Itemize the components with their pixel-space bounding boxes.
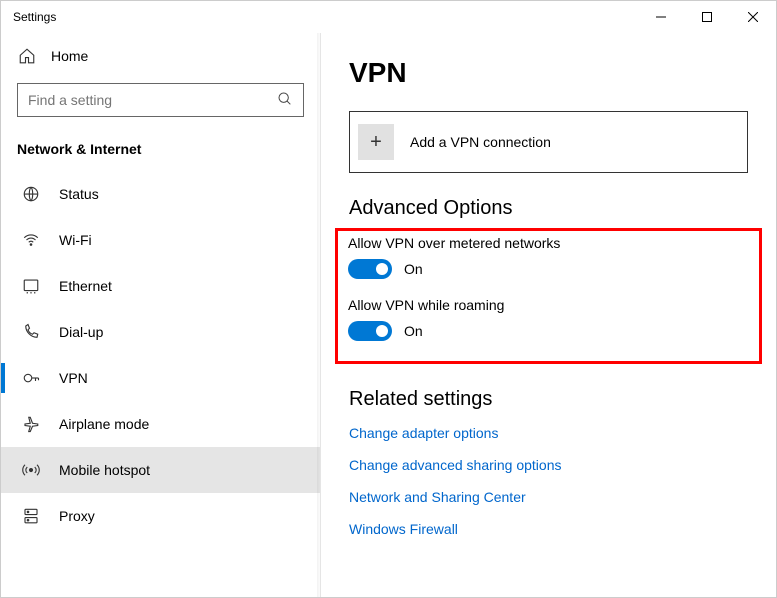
add-vpn-button[interactable]: + Add a VPN connection (349, 111, 748, 173)
nav-list: Status Wi-Fi Ethernet (1, 171, 320, 539)
toggle-knob (376, 263, 388, 275)
sidebar-item-label: Mobile hotspot (59, 462, 150, 478)
highlighted-region: Allow VPN over metered networks On Allow… (335, 228, 762, 364)
sidebar-category: Network & Internet (1, 133, 320, 171)
toggle-knob (376, 325, 388, 337)
link-adapter-options[interactable]: Change adapter options (349, 425, 748, 441)
sidebar: Home Network & Internet Status (1, 33, 321, 597)
window-body: Home Network & Internet Status (1, 33, 776, 597)
option-metered-label: Allow VPN over metered networks (348, 235, 749, 251)
sidebar-item-label: VPN (59, 370, 88, 386)
ethernet-icon (21, 277, 41, 295)
sidebar-home-label: Home (51, 48, 88, 64)
sidebar-item-proxy[interactable]: Proxy (1, 493, 320, 539)
toggle-metered-state: On (404, 261, 423, 277)
main-content: VPN + Add a VPN connection Advanced Opti… (321, 33, 776, 597)
plus-icon: + (358, 124, 394, 160)
sidebar-item-label: Wi-Fi (59, 232, 92, 248)
toggle-roaming-row: On (348, 321, 749, 341)
toggle-roaming-state: On (404, 323, 423, 339)
titlebar: Settings (1, 1, 776, 33)
sidebar-item-label: Status (59, 186, 99, 202)
settings-window: Settings Home Netwo (0, 0, 777, 598)
sidebar-item-ethernet[interactable]: Ethernet (1, 263, 320, 309)
proxy-icon (21, 507, 41, 525)
window-controls (638, 1, 776, 33)
dialup-icon (21, 323, 41, 341)
add-vpn-label: Add a VPN connection (410, 134, 551, 150)
search-icon (277, 91, 293, 110)
search-wrap (17, 83, 304, 117)
page-title: VPN (349, 57, 748, 89)
sidebar-item-airplane[interactable]: Airplane mode (1, 401, 320, 447)
status-icon (21, 185, 41, 203)
related-settings-heading: Related settings (349, 388, 748, 411)
vpn-icon (21, 369, 41, 387)
sidebar-item-vpn[interactable]: VPN (1, 355, 320, 401)
link-windows-firewall[interactable]: Windows Firewall (349, 521, 748, 537)
sidebar-item-hotspot[interactable]: Mobile hotspot (1, 447, 320, 493)
option-roaming-label: Allow VPN while roaming (348, 297, 749, 313)
close-button[interactable] (730, 1, 776, 33)
sidebar-item-wifi[interactable]: Wi-Fi (1, 217, 320, 263)
sidebar-item-label: Airplane mode (59, 416, 149, 432)
maximize-button[interactable] (684, 1, 730, 33)
sidebar-item-label: Dial-up (59, 324, 103, 340)
related-links: Change adapter options Change advanced s… (349, 425, 748, 537)
advanced-options-heading: Advanced Options (349, 197, 748, 220)
search-input[interactable] (28, 92, 277, 108)
toggle-metered-row: On (348, 259, 749, 279)
sidebar-item-label: Ethernet (59, 278, 112, 294)
airplane-icon (21, 415, 41, 433)
link-sharing-options[interactable]: Change advanced sharing options (349, 457, 748, 473)
wifi-icon (21, 231, 41, 249)
window-title: Settings (13, 10, 638, 24)
minimize-button[interactable] (638, 1, 684, 33)
sidebar-home[interactable]: Home (1, 37, 320, 75)
toggle-roaming[interactable] (348, 321, 392, 341)
hotspot-icon (21, 461, 41, 479)
search-box[interactable] (17, 83, 304, 117)
link-network-center[interactable]: Network and Sharing Center (349, 489, 748, 505)
sidebar-item-dialup[interactable]: Dial-up (1, 309, 320, 355)
sidebar-item-label: Proxy (59, 508, 95, 524)
toggle-metered[interactable] (348, 259, 392, 279)
sidebar-item-status[interactable]: Status (1, 171, 320, 217)
home-icon (17, 47, 37, 65)
